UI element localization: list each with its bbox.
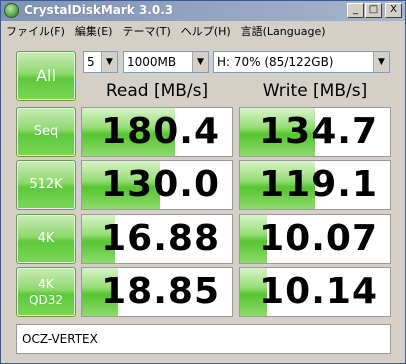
4k-qd32-write-result: 10.14 — [239, 267, 391, 317]
result-value: 134.7 — [259, 111, 378, 152]
menu-edit[interactable]: 編集(E) — [70, 23, 118, 39]
result-value: 18.85 — [101, 271, 220, 312]
4k-read-result: 16.88 — [81, 214, 233, 264]
chevron-down-icon: ▼ — [101, 52, 117, 72]
result-value: 16.88 — [101, 218, 220, 259]
row-label: 4K — [38, 277, 54, 291]
menu-theme[interactable]: テーマ(T) — [117, 23, 175, 39]
chevron-down-icon: ▼ — [373, 52, 389, 72]
comment-field[interactable]: OCZ-VERTEX — [16, 324, 391, 354]
close-button[interactable]: X — [385, 3, 402, 18]
result-value: 10.07 — [259, 218, 378, 259]
test-size-select[interactable]: 1000MB ▼ — [123, 51, 209, 73]
all-button[interactable]: All — [16, 51, 76, 101]
chevron-down-icon: ▼ — [192, 52, 208, 72]
maximize-button[interactable]: □ — [365, 3, 382, 18]
4k-qd32-read-result: 18.85 — [81, 267, 233, 317]
test-count-select[interactable]: 5 ▼ — [83, 51, 118, 73]
minimize-button[interactable]: _ — [347, 3, 364, 18]
seq-read-result: 180.4 — [81, 107, 233, 157]
menu-help[interactable]: ヘルプ(H) — [176, 23, 236, 39]
result-value: 130.0 — [101, 164, 220, 205]
write-column-header: Write [MB/s] — [262, 81, 368, 101]
row-sublabel: QD32 — [29, 293, 63, 307]
512k-write-result: 119.1 — [239, 160, 391, 210]
seq-test-button[interactable]: Seq — [16, 107, 76, 157]
drive-value: H: 70% (85/122GB) — [217, 55, 334, 69]
512k-test-button[interactable]: 512K — [16, 160, 76, 210]
row-label: 512K — [29, 177, 63, 192]
seq-write-result: 134.7 — [239, 107, 391, 157]
4k-write-result: 10.07 — [239, 214, 391, 264]
menu-file[interactable]: ファイル(F) — [1, 23, 70, 39]
4k-test-button[interactable]: 4K — [16, 214, 76, 264]
read-column-header: Read [MB/s] — [105, 81, 209, 101]
app-icon — [4, 3, 19, 18]
drive-select[interactable]: H: 70% (85/122GB) ▼ — [213, 51, 390, 73]
app-window: CrystalDiskMark 3.0.3 _ □ X ファイル(F) 編集(E… — [0, 0, 406, 364]
test-size-value: 1000MB — [127, 55, 177, 69]
result-value: 10.14 — [259, 271, 378, 312]
menu-language[interactable]: 言語(Language) — [236, 23, 331, 39]
test-count-value: 5 — [87, 55, 95, 69]
row-label: 4K — [37, 231, 55, 246]
512k-read-result: 130.0 — [81, 160, 233, 210]
menu-bar: ファイル(F) 編集(E) テーマ(T) ヘルプ(H) 言語(Language) — [1, 21, 405, 40]
4k-qd32-test-button[interactable]: 4K QD32 — [16, 267, 76, 317]
result-value: 180.4 — [101, 111, 220, 152]
window-title: CrystalDiskMark 3.0.3 — [24, 3, 174, 17]
all-button-label: All — [36, 66, 56, 85]
title-bar[interactable]: CrystalDiskMark 3.0.3 _ □ X — [1, 1, 405, 21]
result-value: 119.1 — [259, 164, 378, 205]
row-label: Seq — [33, 124, 59, 139]
